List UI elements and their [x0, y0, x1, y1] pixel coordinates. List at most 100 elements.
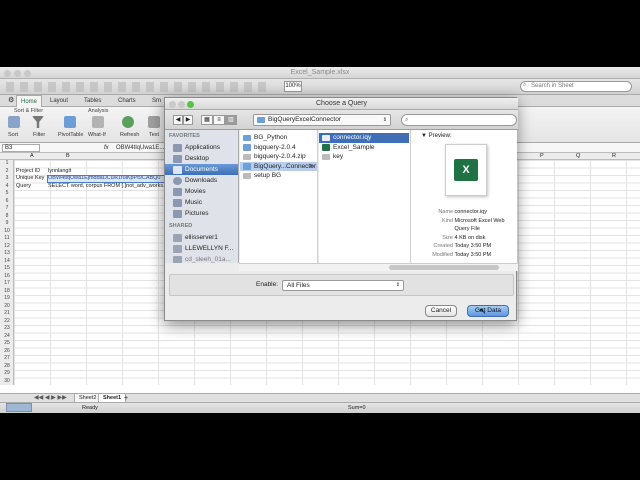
list-item[interactable]: setup BG [240, 171, 317, 181]
item-label: connector.iqy [333, 134, 372, 141]
tab-home[interactable]: Home [16, 95, 43, 107]
sheet-search-input[interactable]: Search in Sheet [520, 81, 632, 92]
close-window-button[interactable] [4, 70, 11, 77]
row-20[interactable]: 20 [0, 303, 14, 311]
forward-button[interactable]: ▶ [183, 115, 193, 125]
list-item[interactable]: bigquery-2.0.4 [240, 143, 317, 153]
list-item[interactable]: key [319, 152, 410, 162]
choose-query-dialog: Choose a Query ◀ ▶ ▦ ≡ ▥ BigQueryExcelCo… [164, 97, 518, 321]
row-27[interactable]: 27 [0, 355, 14, 363]
row-29[interactable]: 29 [0, 370, 14, 378]
cell-b2[interactable]: lynnlangit [48, 168, 168, 176]
pivottable-icon[interactable] [64, 116, 76, 128]
zoom-field[interactable]: 100% [284, 81, 302, 92]
horizontal-scrollbar[interactable] [239, 263, 518, 271]
sort-icon[interactable] [8, 116, 20, 128]
refresh-icon[interactable] [122, 116, 134, 128]
cell-a4[interactable]: Query [16, 183, 46, 191]
list-item[interactable]: BigQuery...Connector ▶ [240, 161, 317, 171]
row-23[interactable]: 23 [0, 325, 14, 333]
path-popup[interactable]: BigQueryExcelConnector ⇕ [253, 114, 391, 126]
row-11[interactable]: 11 [0, 235, 14, 243]
minimize-window-button[interactable] [14, 70, 21, 77]
text-icon[interactable] [148, 116, 160, 128]
dialog-close-button[interactable] [169, 101, 176, 108]
row-8[interactable]: 8 [0, 213, 14, 221]
row-9[interactable]: 9 [0, 220, 14, 228]
sidebar-item-movies[interactable]: Movies [171, 186, 238, 197]
filter-icon[interactable] [32, 116, 44, 128]
tab-tables[interactable]: Tables [84, 95, 101, 107]
row-14[interactable]: 14 [0, 258, 14, 266]
formula-content[interactable]: OBW4tlqUwa1E... [116, 143, 166, 153]
sidebar-item-shared-3[interactable]: cd_sleeh_01a... [171, 254, 238, 263]
row-1[interactable]: 1 [0, 160, 14, 168]
col-r[interactable]: R [612, 153, 616, 160]
cell-b4[interactable]: SELECT word, corpus FROM [.]not_adv_work… [48, 183, 168, 191]
list-item[interactable]: BG_Python [240, 133, 317, 143]
name-box[interactable]: B3 [2, 144, 40, 152]
status-sum[interactable]: Sum=0 [348, 403, 366, 413]
row-19[interactable]: 19 [0, 295, 14, 303]
sidebar-item-desktop[interactable]: Desktop [171, 153, 238, 164]
tab-layout[interactable]: Layout [50, 95, 68, 107]
ribbon-toggle-icon[interactable]: ⚙ [8, 96, 14, 104]
row-18[interactable]: 18 [0, 288, 14, 296]
what-if-icon[interactable] [92, 116, 104, 128]
row-21[interactable]: 21 [0, 310, 14, 318]
sidebar-item-downloads[interactable]: Downloads [171, 175, 238, 186]
row-15[interactable]: 15 [0, 265, 14, 273]
row-4[interactable]: 4 [0, 183, 14, 191]
toolbar-icons[interactable] [6, 82, 266, 92]
row-30[interactable]: 30 [0, 378, 14, 386]
sidebar-item-pictures[interactable]: Pictures [171, 208, 238, 219]
sidebar-item-music[interactable]: Music [171, 197, 238, 208]
cell-a3[interactable]: Unique Key [16, 175, 46, 183]
tab-smartart[interactable]: Sm [152, 95, 161, 107]
list-item[interactable]: connector.iqy [319, 133, 409, 143]
list-item[interactable]: bigquery-2.0.4.zip [240, 152, 317, 162]
back-button[interactable]: ◀ [173, 115, 183, 125]
row-17[interactable]: 17 [0, 280, 14, 288]
sidebar-item-ellisserver1[interactable]: ellisserver1 [171, 232, 238, 243]
dialog-minimize-button[interactable] [178, 101, 185, 108]
col-b[interactable]: B [66, 153, 70, 160]
column-view-button[interactable]: ▥ [225, 115, 237, 125]
scroll-thumb[interactable] [389, 265, 499, 270]
col-p[interactable]: P [540, 153, 544, 160]
row-24[interactable]: 24 [0, 333, 14, 341]
row-16[interactable]: 16 [0, 273, 14, 281]
enable-select[interactable]: All Files ⇕ [282, 280, 404, 291]
cancel-button[interactable]: Cancel [425, 305, 457, 317]
get-data-button[interactable]: Get Data [467, 305, 509, 317]
view-buttons[interactable] [6, 403, 32, 412]
row-5[interactable]: 5 [0, 190, 14, 198]
row-7[interactable]: 7 [0, 205, 14, 213]
row-28[interactable]: 28 [0, 363, 14, 371]
row-25[interactable]: 25 [0, 340, 14, 348]
icon-view-button[interactable]: ▦ [201, 115, 213, 125]
sidebar-label: ellisserver1 [185, 234, 218, 241]
cell-a2[interactable]: Project ID [16, 168, 46, 176]
row-22[interactable]: 22 [0, 318, 14, 326]
sidebar-item-applications[interactable]: Applications [171, 142, 238, 153]
row-10[interactable]: 10 [0, 228, 14, 236]
sidebar-item-llewellyn[interactable]: LLEWELLYN F... [171, 243, 238, 254]
list-item[interactable]: Excel_Sample [319, 143, 410, 153]
col-q[interactable]: Q [576, 153, 580, 160]
cell-b3[interactable]: OBW4tlqUwa1EjmddaDCu/k1fulKpPt9CABQ0 [47, 175, 167, 183]
list-view-button[interactable]: ≡ [213, 115, 225, 125]
col-a[interactable]: A [30, 153, 34, 160]
row-6[interactable]: 6 [0, 198, 14, 206]
fx-icon[interactable]: fx [104, 143, 109, 153]
row-26[interactable]: 26 [0, 348, 14, 356]
dialog-search-input[interactable]: ⌕ [401, 114, 517, 126]
row-3[interactable]: 3 [0, 175, 14, 183]
row-2[interactable]: 2 [0, 168, 14, 176]
row-13[interactable]: 13 [0, 250, 14, 258]
tab-charts[interactable]: Charts [118, 95, 136, 107]
dialog-zoom-button[interactable] [187, 101, 194, 108]
sidebar-item-documents[interactable]: Documents [165, 164, 238, 175]
zoom-window-button[interactable] [24, 70, 31, 77]
row-12[interactable]: 12 [0, 243, 14, 251]
